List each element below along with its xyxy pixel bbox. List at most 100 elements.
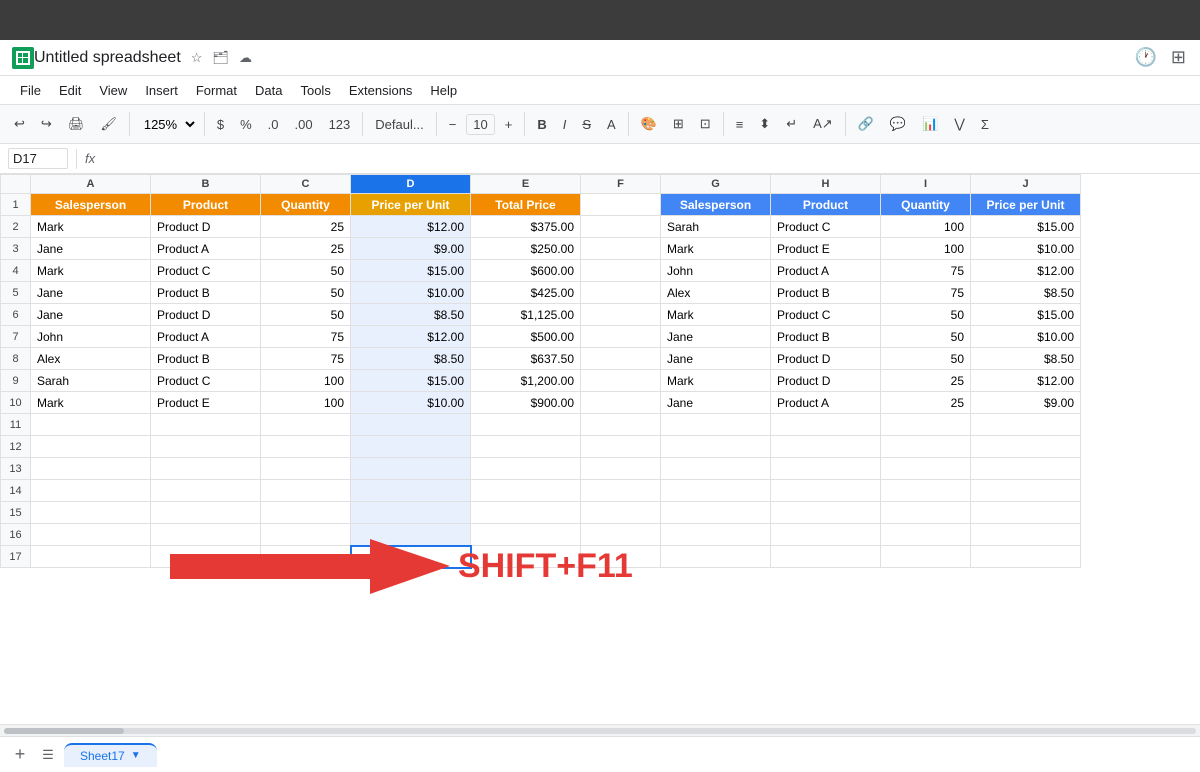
- cell-c11[interactable]: [261, 414, 351, 436]
- col-header-b[interactable]: B: [151, 175, 261, 194]
- cell-h13[interactable]: [771, 458, 881, 480]
- cell-d9[interactable]: $15.00: [351, 370, 471, 392]
- cell-f11[interactable]: [581, 414, 661, 436]
- cell-j14[interactable]: [971, 480, 1081, 502]
- cell-c6[interactable]: 50: [261, 304, 351, 326]
- cell-h3[interactable]: Product E: [771, 238, 881, 260]
- cell-e4[interactable]: $600.00: [471, 260, 581, 282]
- cell-b7[interactable]: Product A: [151, 326, 261, 348]
- cell-i6[interactable]: 50: [881, 304, 971, 326]
- cell-j4[interactable]: $12.00: [971, 260, 1081, 282]
- cell-c12[interactable]: [261, 436, 351, 458]
- cell-h14[interactable]: [771, 480, 881, 502]
- cell-j10[interactable]: $9.00: [971, 392, 1081, 414]
- col-header-f[interactable]: F: [581, 175, 661, 194]
- cell-c1[interactable]: Quantity: [261, 194, 351, 216]
- h-align-icon[interactable]: ≡: [730, 113, 750, 136]
- cell-g16[interactable]: [661, 524, 771, 546]
- cell-h11[interactable]: [771, 414, 881, 436]
- cell-i2[interactable]: 100: [881, 216, 971, 238]
- cell-c17[interactable]: [261, 546, 351, 568]
- scrollbar-area[interactable]: [0, 724, 1200, 736]
- cell-i4[interactable]: 75: [881, 260, 971, 282]
- col-header-i[interactable]: I: [881, 175, 971, 194]
- cell-h7[interactable]: Product B: [771, 326, 881, 348]
- sheet-tab[interactable]: Sheet17 ▼: [64, 743, 157, 767]
- fill-color-icon[interactable]: 🎨: [635, 112, 663, 136]
- menu-help[interactable]: Help: [422, 80, 465, 101]
- cell-i8[interactable]: 50: [881, 348, 971, 370]
- add-sheet-button[interactable]: +: [8, 743, 32, 767]
- cell-g9[interactable]: Mark: [661, 370, 771, 392]
- cell-g13[interactable]: [661, 458, 771, 480]
- strikethrough-icon[interactable]: S: [576, 113, 597, 136]
- redo-icon[interactable]: ↪: [35, 112, 58, 136]
- filter-icon[interactable]: ⋁: [948, 112, 971, 136]
- cell-j16[interactable]: [971, 524, 1081, 546]
- cell-i7[interactable]: 50: [881, 326, 971, 348]
- cell-d1[interactable]: Price per Unit: [351, 194, 471, 216]
- cell-h8[interactable]: Product D: [771, 348, 881, 370]
- cell-g11[interactable]: [661, 414, 771, 436]
- menu-file[interactable]: File: [12, 80, 49, 101]
- cell-i3[interactable]: 100: [881, 238, 971, 260]
- cell-g4[interactable]: John: [661, 260, 771, 282]
- cell-b5[interactable]: Product B: [151, 282, 261, 304]
- cell-g2[interactable]: Sarah: [661, 216, 771, 238]
- cell-j2[interactable]: $15.00: [971, 216, 1081, 238]
- cell-e8[interactable]: $637.50: [471, 348, 581, 370]
- cell-b11[interactable]: [151, 414, 261, 436]
- cell-h1[interactable]: Product: [771, 194, 881, 216]
- cell-f5[interactable]: [581, 282, 661, 304]
- cell-i15[interactable]: [881, 502, 971, 524]
- cell-a1[interactable]: Salesperson: [31, 194, 151, 216]
- cell-e17[interactable]: [471, 546, 581, 568]
- cell-c9[interactable]: 100: [261, 370, 351, 392]
- font-increase-icon[interactable]: +: [499, 113, 519, 136]
- cell-a17[interactable]: [31, 546, 151, 568]
- cell-c4[interactable]: 50: [261, 260, 351, 282]
- cell-i11[interactable]: [881, 414, 971, 436]
- menu-edit[interactable]: Edit: [51, 80, 89, 101]
- cell-h9[interactable]: Product D: [771, 370, 881, 392]
- cell-a7[interactable]: John: [31, 326, 151, 348]
- cell-g5[interactable]: Alex: [661, 282, 771, 304]
- cell-c13[interactable]: [261, 458, 351, 480]
- cell-i5[interactable]: 75: [881, 282, 971, 304]
- cell-j3[interactable]: $10.00: [971, 238, 1081, 260]
- cell-i9[interactable]: 25: [881, 370, 971, 392]
- cell-g1[interactable]: Salesperson: [661, 194, 771, 216]
- cell-a6[interactable]: Jane: [31, 304, 151, 326]
- col-header-c[interactable]: C: [261, 175, 351, 194]
- cell-d3[interactable]: $9.00: [351, 238, 471, 260]
- cell-b16[interactable]: [151, 524, 261, 546]
- font-size-display[interactable]: 10: [466, 114, 494, 135]
- merge-icon[interactable]: ⊡: [694, 112, 717, 136]
- cell-i12[interactable]: [881, 436, 971, 458]
- cell-a16[interactable]: [31, 524, 151, 546]
- cell-e5[interactable]: $425.00: [471, 282, 581, 304]
- cell-d15[interactable]: [351, 502, 471, 524]
- spreadsheet-title[interactable]: Untitled spreadsheet: [34, 49, 181, 67]
- cell-a9[interactable]: Sarah: [31, 370, 151, 392]
- cell-g6[interactable]: Mark: [661, 304, 771, 326]
- col-header-j[interactable]: J: [971, 175, 1081, 194]
- cell-f13[interactable]: [581, 458, 661, 480]
- cell-i14[interactable]: [881, 480, 971, 502]
- cell-d17[interactable]: [351, 546, 471, 568]
- cell-j6[interactable]: $15.00: [971, 304, 1081, 326]
- cell-i13[interactable]: [881, 458, 971, 480]
- cell-h12[interactable]: [771, 436, 881, 458]
- cell-e14[interactable]: [471, 480, 581, 502]
- col-header-a[interactable]: A: [31, 175, 151, 194]
- cell-g8[interactable]: Jane: [661, 348, 771, 370]
- cell-g7[interactable]: Jane: [661, 326, 771, 348]
- cell-b8[interactable]: Product B: [151, 348, 261, 370]
- history-icon[interactable]: 🕐: [1132, 45, 1158, 70]
- cell-a14[interactable]: [31, 480, 151, 502]
- cell-j15[interactable]: [971, 502, 1081, 524]
- cell-f1[interactable]: [581, 194, 661, 216]
- cell-e12[interactable]: [471, 436, 581, 458]
- cell-i16[interactable]: [881, 524, 971, 546]
- cell-f17[interactable]: [581, 546, 661, 568]
